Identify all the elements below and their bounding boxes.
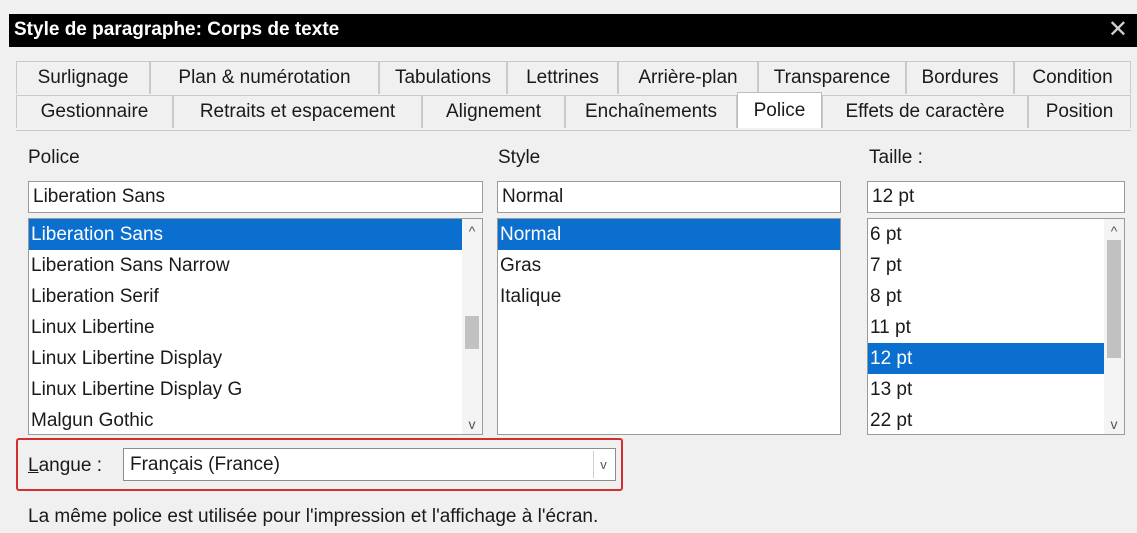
tab-surlignage[interactable]: Surlignage [16,61,150,94]
size-list-item[interactable]: 22 pt [868,405,1124,434]
tab-alignement[interactable]: Alignement [422,95,565,128]
tab-police[interactable]: Police [737,92,822,128]
tab-row-2: Gestionnaire Retraits et espacement Alig… [16,92,1131,128]
tab-arriere-plan[interactable]: Arrière-plan [618,61,758,94]
chevron-down-icon[interactable]: v [1104,414,1124,434]
language-label-rest: angue : [38,455,102,476]
chevron-up-icon[interactable]: ^ [1104,221,1124,241]
tab-retraits-espacement[interactable]: Retraits et espacement [173,95,422,128]
font-list-item[interactable]: Liberation Sans Narrow [29,250,482,281]
size-list-item[interactable]: 11 pt [868,312,1124,343]
font-list-item[interactable]: Linux Libertine Display G [29,374,482,405]
font-usage-note: La même police est utilisée pour l'impre… [28,506,599,527]
tab-position[interactable]: Position [1028,95,1131,128]
tab-row-1: Surlignage Plan & numérotation Tabulatio… [16,61,1131,94]
chevron-down-icon[interactable]: v [593,451,613,478]
size-label: Taille : [869,147,923,168]
language-dropdown[interactable]: Français (France) v [123,448,616,481]
tab-plan-numerotation[interactable]: Plan & numérotation [150,61,379,94]
style-list-item[interactable]: Gras [498,250,840,281]
font-label: Police [28,147,80,168]
font-list-item[interactable]: Linux Libertine [29,312,482,343]
style-list-item[interactable]: Italique [498,281,840,312]
size-input[interactable]: 12 pt [867,181,1125,213]
language-label: Langue : [28,455,102,477]
tab-tabulations[interactable]: Tabulations [379,61,507,94]
tab-bar: Surlignage Plan & numérotation Tabulatio… [16,59,1131,130]
language-label-mnemonic: L [28,455,39,476]
chevron-down-icon[interactable]: v [462,414,482,434]
language-value: Français (France) [130,454,280,475]
window-title: Style de paragraphe: Corps de texte [14,19,340,40]
font-listbox[interactable]: Liberation Sans Liberation Sans Narrow L… [28,218,483,435]
paragraph-style-dialog: Style de paragraphe: Corps de texte ✕ Su… [0,0,1137,533]
style-list-item[interactable]: Normal [498,219,840,250]
size-list-item[interactable]: 6 pt [868,219,1124,250]
font-list-item[interactable]: Liberation Sans [29,219,482,250]
font-list-item[interactable]: Linux Libertine Display [29,343,482,374]
tab-lettrines[interactable]: Lettrines [507,61,618,94]
scroll-thumb[interactable] [1107,240,1121,358]
style-input[interactable]: Normal [497,181,841,213]
font-list-item[interactable]: Malgun Gothic [29,405,482,434]
title-bar: Style de paragraphe: Corps de texte ✕ [9,14,1137,47]
style-listbox[interactable]: Normal Gras Italique [497,218,841,435]
tab-condition[interactable]: Condition [1014,61,1131,94]
chevron-up-icon[interactable]: ^ [462,221,482,241]
size-list-item[interactable]: 8 pt [868,281,1124,312]
style-label: Style [498,147,541,168]
font-scrollbar[interactable]: ^ v [462,219,482,434]
size-scrollbar[interactable]: ^ v [1104,219,1124,434]
size-list-item[interactable]: 12 pt [868,343,1124,374]
tab-transparence[interactable]: Transparence [758,61,906,94]
tab-effets-caractere[interactable]: Effets de caractère [822,95,1028,128]
tab-enchainements[interactable]: Enchaînements [565,95,737,128]
tab-bordures[interactable]: Bordures [906,61,1014,94]
close-icon[interactable]: ✕ [1108,15,1128,45]
size-listbox[interactable]: 6 pt 7 pt 8 pt 11 pt 12 pt 13 pt 22 pt ^… [867,218,1125,435]
font-list-item[interactable]: Liberation Serif [29,281,482,312]
size-list-item[interactable]: 13 pt [868,374,1124,405]
tab-gestionnaire[interactable]: Gestionnaire [16,95,173,128]
scroll-thumb[interactable] [465,316,479,349]
size-list-item[interactable]: 7 pt [868,250,1124,281]
font-name-input[interactable]: Liberation Sans [28,181,483,213]
